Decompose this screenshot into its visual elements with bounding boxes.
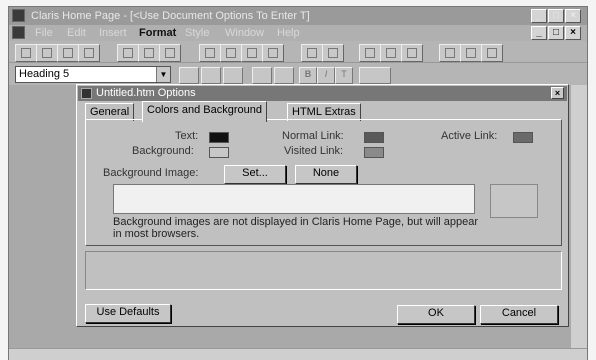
text-color-swatch[interactable] (209, 132, 229, 143)
link-icon (205, 48, 215, 58)
visited-link-swatch[interactable] (364, 147, 384, 158)
align-center-button[interactable] (460, 44, 482, 62)
background-image-preview (490, 184, 538, 218)
teletype-button[interactable]: T (335, 67, 353, 84)
dialog-title-bar: Untitled.htm Options × (78, 86, 567, 101)
align-center-icon (466, 48, 476, 58)
dialog-groupbox (85, 251, 562, 290)
none-image-button[interactable]: None (295, 165, 357, 184)
open-icon (42, 48, 52, 58)
close-button[interactable]: × (565, 9, 581, 23)
main-toolbar (9, 41, 587, 63)
print-button[interactable] (78, 44, 100, 62)
copy-button[interactable] (138, 44, 160, 62)
vertical-scrollbar[interactable] (571, 85, 587, 350)
indent-button[interactable] (401, 44, 423, 62)
list-bullet-button[interactable] (179, 67, 199, 84)
italic-button[interactable]: I (317, 67, 335, 84)
anchor-icon (268, 48, 278, 58)
document-icon[interactable] (12, 26, 25, 39)
doc-close-button[interactable]: × (565, 26, 581, 40)
dialog-icon (81, 88, 92, 99)
dialog-close-button[interactable]: × (551, 87, 564, 99)
paragraph-style-select[interactable]: Heading 5 ▼ (15, 66, 171, 83)
preview-icon (307, 48, 317, 58)
menu-insert[interactable]: Insert (99, 25, 127, 41)
new-icon (21, 48, 31, 58)
background-image-label: Background Image: (103, 167, 199, 179)
cut-button[interactable] (117, 44, 139, 62)
options-dialog: Untitled.htm Options × General Colors an… (76, 84, 569, 327)
colors-panel: Text: Background: Normal Link: Visited L… (85, 119, 562, 246)
horizontal-rule-icon (386, 48, 396, 58)
ok-button[interactable]: OK (397, 305, 475, 324)
list-button[interactable] (359, 44, 381, 62)
rule-button[interactable] (380, 44, 402, 62)
font-size-down-button[interactable] (252, 67, 272, 84)
image-icon (226, 48, 236, 58)
set-image-button[interactable]: Set... (224, 165, 286, 184)
use-defaults-button[interactable]: Use Defaults (85, 304, 171, 323)
menu-style[interactable]: Style (185, 25, 209, 41)
doc-restore-button[interactable]: □ (548, 26, 564, 40)
table-icon (247, 48, 257, 58)
background-image-note: Background images are not displayed in C… (113, 216, 479, 240)
dialog-title: Untitled.htm Options (96, 87, 196, 99)
normal-link-swatch[interactable] (364, 132, 384, 143)
list-number-button[interactable] (201, 67, 221, 84)
doc-minimize-button[interactable]: _ (531, 26, 547, 40)
form-icon (328, 48, 338, 58)
paragraph-style-value: Heading 5 (19, 68, 70, 80)
normal-link-label: Normal Link: (282, 130, 344, 142)
form-button[interactable] (322, 44, 344, 62)
menu-bar: File Edit Insert Format Style Window Hel… (9, 25, 587, 41)
menu-window[interactable]: Window (225, 25, 264, 41)
tab-colors-and-background[interactable]: Colors and Background (142, 101, 267, 122)
maximize-button[interactable]: □ (548, 9, 564, 23)
link-button[interactable] (199, 44, 221, 62)
save-icon (63, 48, 73, 58)
align-left-button[interactable] (439, 44, 461, 62)
cancel-button[interactable]: Cancel (480, 305, 558, 324)
preview-button[interactable] (301, 44, 323, 62)
paste-button[interactable] (159, 44, 181, 62)
align-right-icon (487, 48, 497, 58)
new-button[interactable] (15, 44, 37, 62)
text-color-label: Text: (175, 130, 199, 142)
image-button[interactable] (220, 44, 242, 62)
active-link-label: Active Link: (441, 130, 498, 142)
chevron-down-icon[interactable]: ▼ (156, 67, 170, 82)
format-toolbar: Heading 5 ▼ B I T (9, 63, 587, 85)
copy-icon (144, 48, 154, 58)
menu-help[interactable]: Help (277, 25, 300, 41)
app-icon[interactable] (12, 9, 25, 22)
save-button[interactable] (57, 44, 79, 62)
indent-icon (407, 48, 417, 58)
background-color-swatch[interactable] (209, 147, 229, 158)
table-button[interactable] (241, 44, 263, 62)
menu-file[interactable]: File (35, 25, 53, 41)
align-left-icon (445, 48, 455, 58)
minimize-button[interactable]: _ (531, 9, 547, 23)
background-color-label: Background: (132, 145, 194, 157)
text-color-button[interactable] (359, 67, 391, 84)
font-size-up-button[interactable] (274, 67, 294, 84)
menu-edit[interactable]: Edit (67, 25, 86, 41)
align-right-button[interactable] (481, 44, 503, 62)
visited-link-label: Visited Link: (284, 145, 344, 157)
print-icon (84, 48, 94, 58)
menu-format[interactable]: Format (139, 25, 176, 41)
active-link-swatch[interactable] (513, 132, 533, 143)
background-image-field[interactable] (113, 184, 475, 214)
app-title: Claris Home Page - [<Use Document Option… (31, 10, 310, 22)
horizontal-scrollbar[interactable] (9, 348, 587, 360)
bold-button[interactable]: B (299, 67, 317, 84)
outdent-button[interactable] (223, 67, 243, 84)
open-button[interactable] (36, 44, 58, 62)
paste-icon (165, 48, 175, 58)
list-icon (365, 48, 375, 58)
cut-icon (123, 48, 133, 58)
app-title-bar: Claris Home Page - [<Use Document Option… (9, 7, 587, 25)
anchor-button[interactable] (262, 44, 284, 62)
